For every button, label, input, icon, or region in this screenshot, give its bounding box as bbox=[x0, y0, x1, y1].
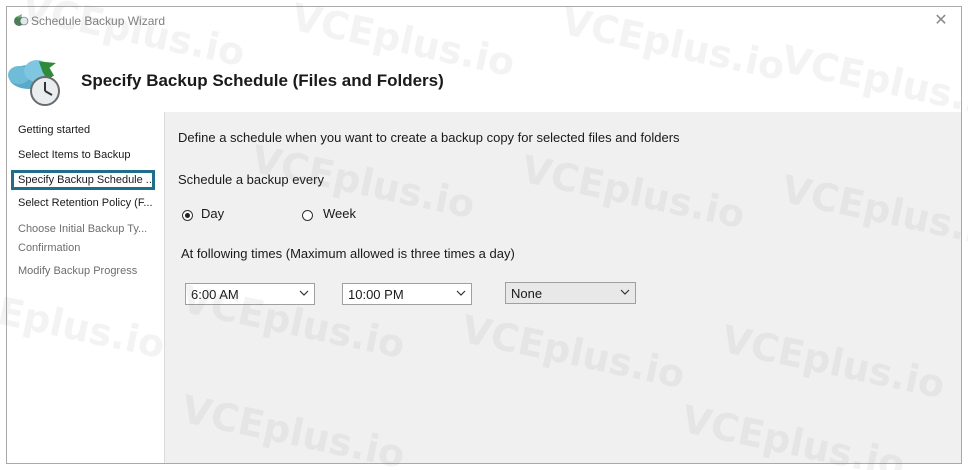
week-radio-label[interactable]: Week bbox=[323, 206, 356, 221]
title-bar: Schedule Backup Wizard ✕ bbox=[7, 7, 961, 35]
step-modify-progress: Modify Backup Progress bbox=[18, 265, 138, 277]
schedule-label: Schedule a backup every bbox=[178, 172, 324, 187]
wizard-header: Specify Backup Schedule (Files and Folde… bbox=[7, 35, 961, 106]
schedule-backup-icon bbox=[8, 60, 60, 106]
wizard-content: Define a schedule when you want to creat… bbox=[164, 112, 961, 463]
day-radio-label[interactable]: Day bbox=[201, 206, 224, 221]
page-title: Specify Backup Schedule (Files and Folde… bbox=[81, 71, 444, 90]
wizard-steps-sidebar: Getting started Select Items to Backup S… bbox=[7, 112, 159, 463]
time-select-1[interactable]: 6:00 AM bbox=[185, 283, 315, 305]
week-radio[interactable] bbox=[302, 210, 313, 221]
step-confirmation: Confirmation bbox=[18, 242, 81, 254]
step-initial-backup-type: Choose Initial Backup Ty... bbox=[18, 223, 148, 235]
step-select-items[interactable]: Select Items to Backup bbox=[11, 145, 155, 165]
close-icon: ✕ bbox=[934, 10, 948, 29]
chevron-down-icon bbox=[620, 289, 630, 295]
backup-app-icon bbox=[14, 14, 29, 26]
time-select-2-value: 10:00 PM bbox=[348, 287, 404, 302]
time-select-3-value: None bbox=[511, 286, 543, 301]
time-select-1-value: 6:00 AM bbox=[191, 287, 239, 302]
window-title: Schedule Backup Wizard bbox=[31, 14, 166, 28]
wizard-window: Schedule Backup Wizard ✕ Specify Backup … bbox=[6, 6, 962, 464]
close-button[interactable]: ✕ bbox=[931, 10, 951, 30]
times-label: At following times (Maximum allowed is t… bbox=[181, 246, 515, 261]
day-radio[interactable] bbox=[182, 210, 193, 221]
time-select-2[interactable]: 10:00 PM bbox=[342, 283, 472, 305]
chevron-down-icon bbox=[299, 290, 309, 296]
chevron-down-icon bbox=[456, 290, 466, 296]
step-getting-started[interactable]: Getting started bbox=[11, 120, 155, 140]
time-select-3[interactable]: None bbox=[505, 282, 636, 304]
description-text: Define a schedule when you want to creat… bbox=[178, 130, 680, 145]
step-specify-schedule[interactable]: Specify Backup Schedule ... bbox=[11, 170, 155, 190]
step-retention-policy[interactable]: Select Retention Policy (F... bbox=[11, 193, 155, 213]
